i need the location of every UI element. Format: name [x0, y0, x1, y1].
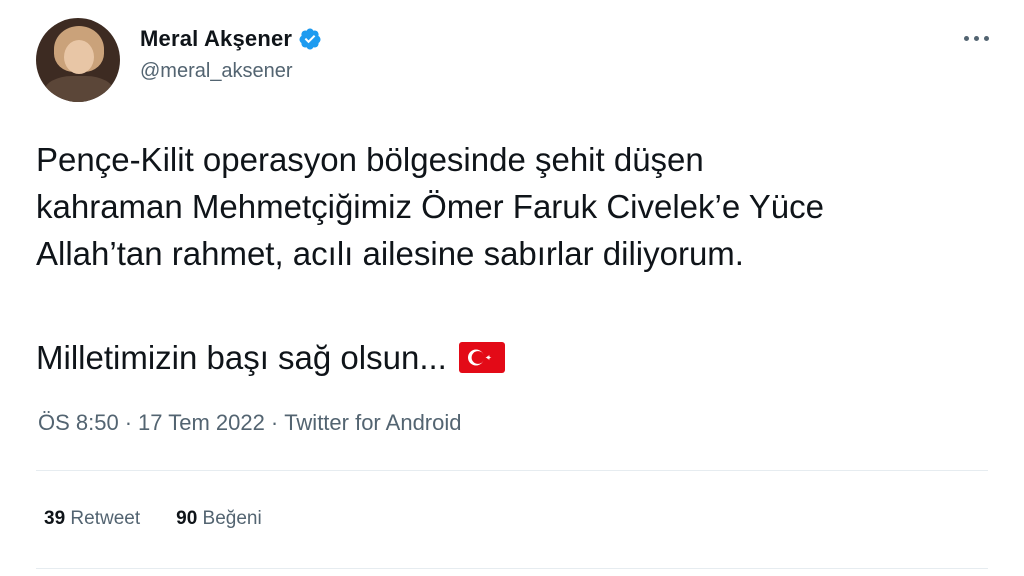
tweet-text: Pençe-Kilit operasyon bölgesinde şehit d…	[36, 136, 996, 277]
more-dot	[984, 36, 989, 41]
like-count: 90	[176, 508, 198, 529]
tweet-date[interactable]: 17 Tem 2022	[138, 410, 265, 436]
tweet-text-closing: Milletimizin başı sağ olsun...	[36, 334, 505, 381]
more-dot	[964, 36, 969, 41]
meta-separator: ·	[270, 410, 279, 435]
meta-separator: ·	[124, 410, 133, 435]
tweet-text-line: kahraman Mehmetçiğimiz Ömer Faruk Civele…	[36, 188, 824, 225]
tweet-time[interactable]: ÖS 8:50	[38, 410, 119, 436]
divider	[36, 470, 988, 471]
retweet-stat[interactable]: 39 Retweet	[44, 508, 140, 530]
retweet-count: 39	[44, 508, 66, 529]
author-handle[interactable]: @meral_aksener	[140, 60, 293, 83]
avatar[interactable]	[36, 18, 120, 102]
tweet-text-line: Milletimizin başı sağ olsun...	[36, 339, 447, 376]
tweet-text-line: Allah’tan rahmet, acılı ailesine sabırla…	[36, 235, 744, 272]
author-name-row[interactable]: Meral Akşener	[140, 26, 322, 52]
like-stat[interactable]: 90 Beğeni	[176, 508, 262, 530]
verified-badge-icon	[299, 28, 321, 50]
tweet-source[interactable]: Twitter for Android	[284, 410, 461, 436]
avatar-face	[64, 40, 94, 74]
more-options-icon[interactable]	[960, 28, 994, 50]
avatar-body	[44, 76, 114, 102]
turkey-flag-icon	[458, 342, 505, 373]
tweet-card: Meral Akşener @meral_aksener Pençe-Kilit…	[0, 0, 1024, 576]
divider	[36, 568, 988, 569]
tweet-stats: 39 Retweet 90 Beğeni	[44, 508, 298, 530]
author-name[interactable]: Meral Akşener	[140, 26, 292, 52]
like-label: Beğeni	[202, 508, 262, 529]
tweet-meta: ÖS 8:50 · 17 Tem 2022 · Twitter for Andr…	[38, 410, 462, 436]
more-dot	[974, 36, 979, 41]
tweet-text-line: Pençe-Kilit operasyon bölgesinde şehit d…	[36, 141, 704, 178]
retweet-label: Retweet	[70, 508, 141, 529]
